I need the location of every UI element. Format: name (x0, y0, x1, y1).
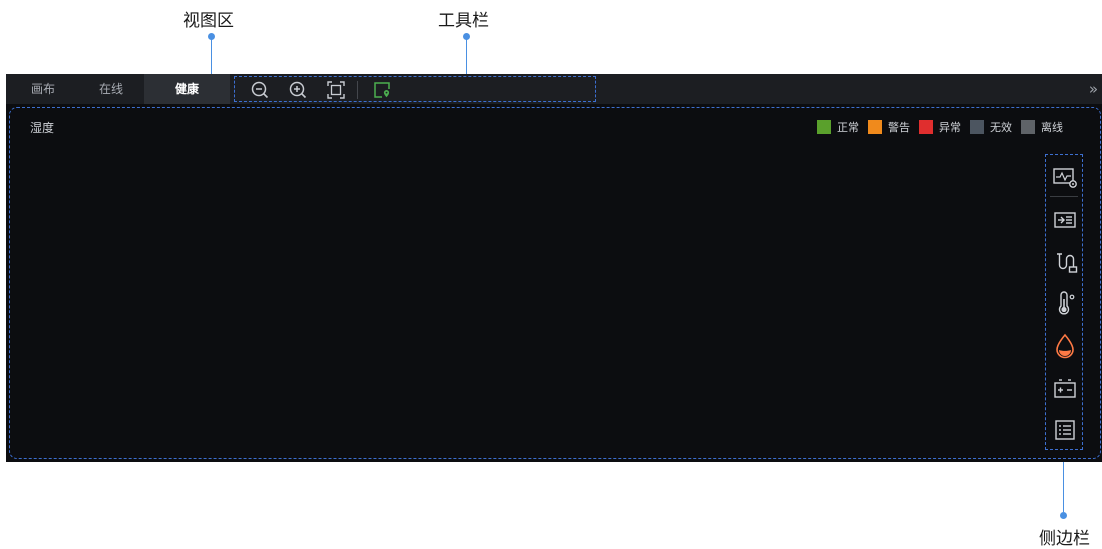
toolbar (234, 76, 596, 102)
legend: 正常 警告 异常 无效 离线 (808, 119, 1063, 135)
legend-label-warning: 警告 (888, 121, 910, 134)
legend-item-offline: 离线 (1021, 119, 1063, 135)
list-icon[interactable] (1050, 415, 1080, 445)
legend-swatch-abnormal (919, 120, 933, 134)
sidebar (1045, 154, 1083, 450)
callout-label-view-area: 视图区 (183, 11, 234, 31)
legend-swatch-offline (1021, 120, 1035, 134)
app-window: 画布 在线 健康 » 湿度 正常 警告 异常 无效 离线 (6, 74, 1102, 462)
callout-dot-sidebar (1060, 512, 1067, 519)
top-bar: 画布 在线 健康 » (6, 74, 1102, 104)
zoom-out-icon[interactable] (250, 80, 270, 100)
callout-label-sidebar: 侧边栏 (1039, 529, 1090, 549)
legend-label-abnormal: 异常 (939, 121, 961, 134)
monitor-settings-icon[interactable] (1050, 162, 1080, 192)
expand-sidebar-button[interactable]: » (1089, 74, 1098, 104)
legend-swatch-warning (868, 120, 882, 134)
legend-swatch-normal (817, 120, 831, 134)
view-title: 湿度 (30, 121, 55, 135)
cable-icon[interactable] (1050, 247, 1080, 277)
toolbar-divider (357, 81, 358, 99)
tab-health[interactable]: 健康 (144, 74, 230, 104)
callout-label-toolbar: 工具栏 (438, 11, 489, 31)
tab-canvas[interactable]: 画布 (18, 74, 68, 104)
sidebar-divider (1050, 196, 1078, 197)
view-area (9, 107, 1101, 459)
temperature-icon[interactable] (1050, 289, 1080, 319)
zoom-in-icon[interactable] (288, 80, 308, 100)
legend-label-invalid: 无效 (990, 121, 1012, 134)
legend-item-invalid: 无效 (970, 119, 1012, 135)
battery-icon[interactable] (1050, 373, 1080, 403)
legend-item-warning: 警告 (868, 119, 910, 135)
tab-online[interactable]: 在线 (86, 74, 136, 104)
device-list-icon[interactable] (1050, 205, 1080, 235)
fit-screen-icon[interactable] (326, 80, 346, 100)
legend-label-offline: 离线 (1041, 121, 1063, 134)
callout-line-toolbar (466, 37, 467, 76)
legend-item-normal: 正常 (817, 119, 859, 135)
location-marker-icon[interactable] (372, 80, 392, 100)
legend-label-normal: 正常 (837, 121, 859, 134)
legend-swatch-invalid (970, 120, 984, 134)
humidity-icon[interactable] (1050, 331, 1080, 361)
callout-line-sidebar (1063, 456, 1064, 512)
legend-item-abnormal: 异常 (919, 119, 961, 135)
